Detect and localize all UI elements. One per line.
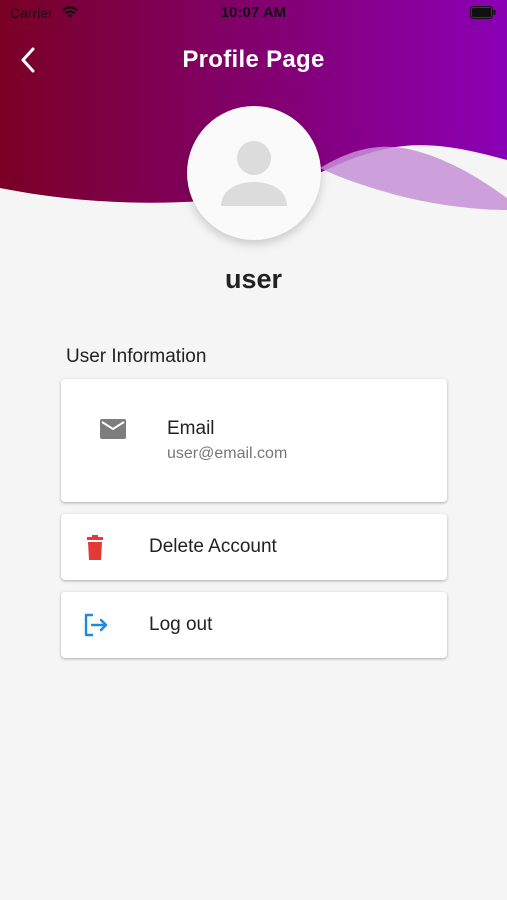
navigation-bar: Profile Page xyxy=(0,36,507,84)
page-title: Profile Page xyxy=(182,46,325,73)
status-bar: Carrier 10:07 AM xyxy=(0,0,507,28)
status-time: 10:07 AM xyxy=(220,4,287,21)
avatar xyxy=(187,106,321,240)
logout-button[interactable]: Log out xyxy=(61,592,447,658)
email-value: user@email.com xyxy=(167,445,288,462)
delete-account-button[interactable]: Delete Account xyxy=(61,514,447,580)
username: user xyxy=(224,264,283,294)
email-card: Email user@email.com xyxy=(61,379,447,502)
mail-icon xyxy=(100,419,126,444)
logout-label: Log out xyxy=(149,614,213,635)
logout-icon xyxy=(83,613,109,642)
trash-icon xyxy=(83,535,107,566)
battery-icon xyxy=(470,6,496,23)
person-icon xyxy=(221,141,287,206)
email-label: Email xyxy=(167,418,215,439)
section-title-user-information: User Information xyxy=(66,346,207,367)
delete-account-label: Delete Account xyxy=(149,536,277,557)
